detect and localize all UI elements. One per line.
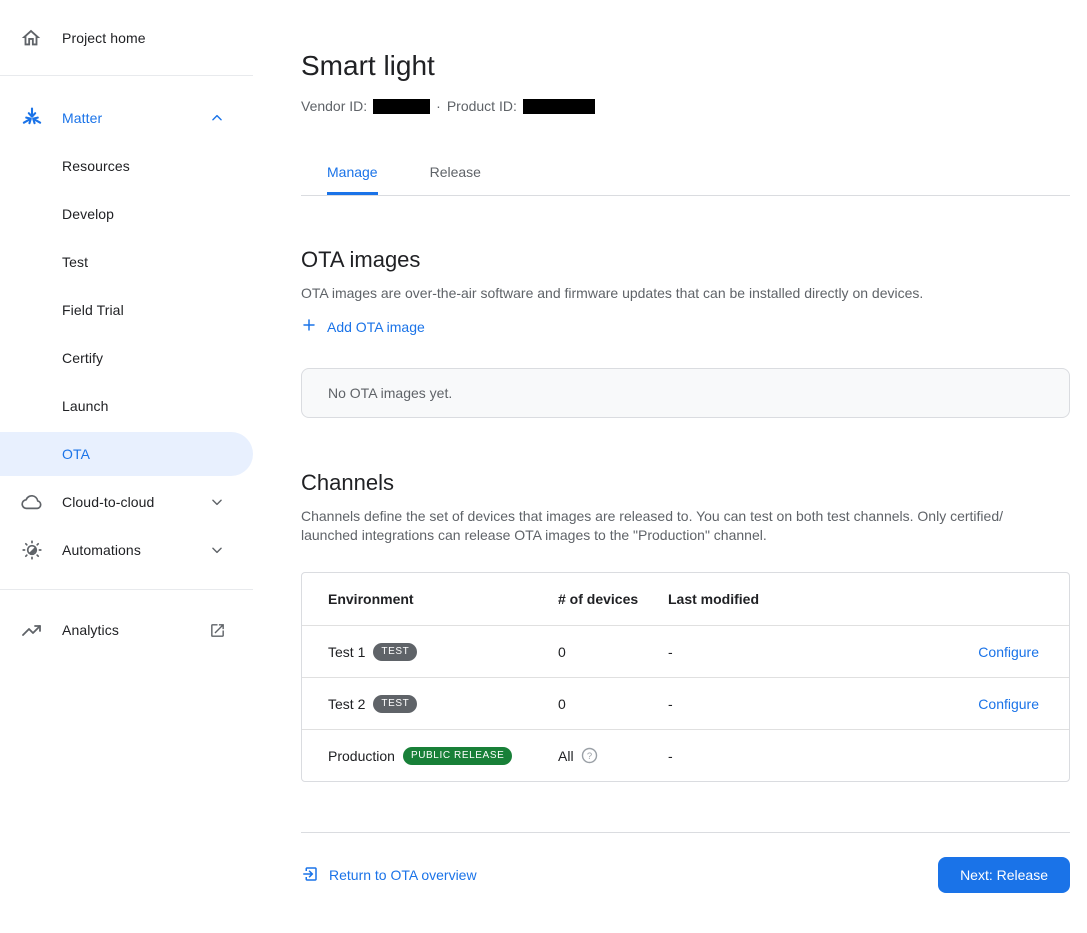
table-row-test-1: Test 1 TEST 0 - Configure bbox=[302, 625, 1069, 677]
footer-divider bbox=[301, 832, 1070, 833]
column-header-environment: Environment bbox=[328, 591, 558, 607]
tab-label: Release bbox=[430, 149, 481, 195]
vendor-id-label: Vendor ID: bbox=[301, 98, 367, 114]
sidebar-item-resources[interactable]: Resources bbox=[0, 142, 253, 190]
sidebar-item-certify[interactable]: Certify bbox=[0, 334, 253, 382]
devices-cell: 0 bbox=[558, 644, 668, 660]
sidebar-item-label: Automations bbox=[62, 542, 205, 558]
environment-cell: Production PUBLIC RELEASE bbox=[328, 747, 558, 765]
home-icon bbox=[20, 26, 46, 50]
vendor-product-line: Vendor ID: · Product ID: bbox=[301, 98, 1070, 114]
channels-heading: Channels bbox=[301, 469, 1070, 497]
channels-table: Environment # of devices Last modified T… bbox=[301, 572, 1070, 782]
chevron-down-icon bbox=[205, 495, 229, 509]
help-icon[interactable]: ? bbox=[581, 747, 598, 764]
sidebar: Project home Matter Resources Develop Te… bbox=[0, 0, 253, 933]
devices-cell: All ? bbox=[558, 747, 668, 764]
app-window: Project home Matter Resources Develop Te… bbox=[0, 0, 1087, 933]
table-row-production: Production PUBLIC RELEASE All ? - bbox=[302, 729, 1069, 781]
matter-icon bbox=[20, 106, 46, 130]
column-header-devices: # of devices bbox=[558, 591, 668, 607]
product-id-label: Product ID: bbox=[447, 98, 517, 114]
sidebar-item-test[interactable]: Test bbox=[0, 238, 253, 286]
table-header-row: Environment # of devices Last modified bbox=[302, 573, 1069, 625]
add-ota-image-label: Add OTA image bbox=[327, 319, 425, 335]
main-content: Smart light Vendor ID: · Product ID: Man… bbox=[301, 0, 1070, 933]
sidebar-item-label: Certify bbox=[62, 350, 103, 366]
devices-value: All bbox=[558, 748, 574, 764]
configure-link[interactable]: Configure bbox=[978, 696, 1039, 712]
sidebar-item-label: Analytics bbox=[62, 622, 205, 638]
cloud-icon bbox=[20, 490, 46, 514]
sidebar-item-label: Develop bbox=[62, 206, 114, 222]
sidebar-item-ota-selected[interactable]: OTA bbox=[0, 432, 253, 476]
automations-icon bbox=[20, 538, 46, 562]
sidebar-item-launch[interactable]: Launch bbox=[0, 382, 253, 430]
status-badge: TEST bbox=[373, 643, 417, 661]
svg-text:?: ? bbox=[586, 751, 591, 762]
vendor-id-redacted-value bbox=[373, 99, 430, 114]
status-badge: PUBLIC RELEASE bbox=[403, 747, 512, 765]
next-release-button[interactable]: Next: Release bbox=[938, 857, 1070, 893]
sidebar-item-project-home[interactable]: Project home bbox=[0, 14, 253, 62]
sidebar-item-analytics[interactable]: Analytics bbox=[0, 606, 253, 654]
environment-name: Production bbox=[328, 748, 395, 764]
tab-release[interactable]: Release bbox=[404, 149, 507, 195]
exit-to-app-icon bbox=[301, 865, 319, 886]
status-badge: TEST bbox=[373, 695, 417, 713]
chevron-up-icon bbox=[205, 111, 229, 125]
sidebar-item-label: Matter bbox=[62, 110, 205, 126]
page-title: Smart light bbox=[301, 50, 1070, 82]
return-to-ota-overview-link[interactable]: Return to OTA overview bbox=[301, 865, 477, 886]
last-modified-cell: - bbox=[668, 644, 949, 660]
return-link-label: Return to OTA overview bbox=[329, 867, 477, 883]
empty-message: No OTA images yet. bbox=[328, 385, 452, 401]
chevron-down-icon bbox=[205, 543, 229, 557]
sidebar-item-develop[interactable]: Develop bbox=[0, 190, 253, 238]
tab-manage[interactable]: Manage bbox=[301, 149, 404, 195]
ota-images-heading: OTA images bbox=[301, 246, 1070, 274]
sidebar-item-label: Launch bbox=[62, 398, 109, 414]
sidebar-item-matter[interactable]: Matter bbox=[0, 94, 253, 142]
sidebar-item-label: OTA bbox=[62, 446, 90, 462]
tab-bar: Manage Release bbox=[301, 149, 1070, 196]
ota-images-empty-state: No OTA images yet. bbox=[301, 368, 1070, 418]
sidebar-item-label: Test bbox=[62, 254, 88, 270]
sidebar-item-label: Field Trial bbox=[62, 302, 124, 318]
environment-cell: Test 1 TEST bbox=[328, 643, 558, 661]
table-row-test-2: Test 2 TEST 0 - Configure bbox=[302, 677, 1069, 729]
devices-cell: 0 bbox=[558, 696, 668, 712]
open-in-new-icon bbox=[205, 622, 229, 639]
environment-cell: Test 2 TEST bbox=[328, 695, 558, 713]
channels-description: Channels define the set of devices that … bbox=[301, 507, 1061, 545]
sidebar-item-label: Resources bbox=[62, 158, 130, 174]
ota-images-description: OTA images are over-the-air software and… bbox=[301, 284, 1061, 303]
footer-actions: Return to OTA overview Next: Release bbox=[301, 857, 1070, 893]
plus-icon bbox=[301, 317, 317, 336]
last-modified-cell: - bbox=[668, 748, 949, 764]
product-id-redacted-value bbox=[523, 99, 595, 114]
column-header-last-modified: Last modified bbox=[668, 591, 949, 607]
environment-name: Test 2 bbox=[328, 696, 365, 712]
add-ota-image-button[interactable]: Add OTA image bbox=[301, 317, 425, 336]
configure-link[interactable]: Configure bbox=[978, 644, 1039, 660]
sidebar-item-cloud-to-cloud[interactable]: Cloud-to-cloud bbox=[0, 478, 253, 526]
separator-dot: · bbox=[436, 98, 441, 114]
environment-name: Test 1 bbox=[328, 644, 365, 660]
sidebar-item-field-trial[interactable]: Field Trial bbox=[0, 286, 253, 334]
last-modified-cell: - bbox=[668, 696, 949, 712]
sidebar-item-label: Project home bbox=[62, 30, 229, 46]
sidebar-item-label: Cloud-to-cloud bbox=[62, 494, 205, 510]
trending-up-icon bbox=[20, 618, 46, 642]
sidebar-item-automations[interactable]: Automations bbox=[0, 526, 253, 574]
tab-label: Manage bbox=[327, 149, 378, 195]
